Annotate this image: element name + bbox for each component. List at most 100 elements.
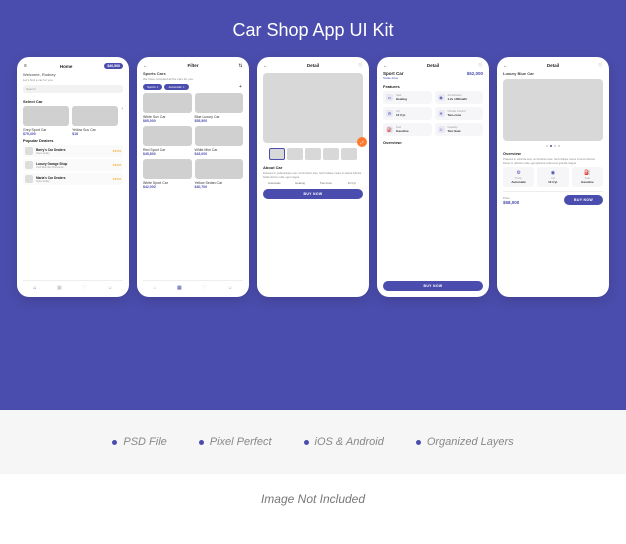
bullet-dot-icon <box>112 440 117 445</box>
car-price: $68,000 <box>503 200 519 205</box>
star-rating: ★★★★ <box>112 163 121 167</box>
tab-user-icon[interactable]: ☺ <box>228 285 233 291</box>
tab-bar: ⌂ ▦ ♡ ☺ <box>23 280 123 291</box>
buy-now-button[interactable]: BUY NOW <box>564 195 603 205</box>
bullet-dot-icon <box>416 440 421 445</box>
dealer-row[interactable]: Barry's Car DealersOpen today★★★★ <box>23 145 123 157</box>
fuel-icon: ⛽ <box>386 126 393 133</box>
car-price: $18 <box>72 132 118 136</box>
dealer-row[interactable]: Luxury Garage ShopClub Member Discounts★… <box>23 159 123 171</box>
trans-icon: ⚙ <box>505 170 532 176</box>
thumbnail[interactable] <box>305 148 321 160</box>
feature-card: ☺CapacityTwo Seat <box>435 123 484 136</box>
car-card[interactable]: Red Sport Car$45,800 <box>143 126 192 156</box>
dealer-name: Maria's Car Dealers <box>36 176 65 180</box>
sort-icon[interactable]: ⇅ <box>238 63 243 68</box>
bullet: Organized Layers <box>416 436 514 448</box>
buy-now-button[interactable]: BUY NOW <box>263 189 363 199</box>
balance-badge[interactable]: $40,500 <box>104 63 123 69</box>
test-drive-link[interactable]: Testle drive <box>383 76 404 80</box>
back-icon[interactable]: ← <box>383 63 388 68</box>
heart-icon[interactable]: ♡ <box>598 63 603 68</box>
tab-home-icon[interactable]: ⌂ <box>153 285 156 291</box>
bullet: Pixel Perfect <box>199 436 272 448</box>
feat-value: 1.2s 100km/hr <box>448 97 468 101</box>
menu-icon[interactable]: ≡ <box>23 64 28 69</box>
feat-value: Heating <box>396 97 407 101</box>
filter-chip[interactable]: Sports× <box>143 84 162 90</box>
dot[interactable] <box>558 145 560 147</box>
overview-heading: Overview <box>503 151 603 156</box>
seat-icon: ▭ <box>386 94 393 101</box>
car-card[interactable]: White Mini Car$43,000 <box>195 126 244 156</box>
car-card[interactable]: Yellow Suv Car $18 <box>72 106 118 136</box>
thumbnail[interactable] <box>269 148 285 160</box>
dealer-name: Barry's Car Dealers <box>36 148 65 152</box>
car-card[interactable]: Yellow Sedan Car$40,700 <box>195 159 244 189</box>
tab-home-icon[interactable]: ⌂ <box>33 285 36 291</box>
tab-user-icon[interactable]: ☺ <box>108 285 113 291</box>
feat-value: 12 Cyl. <box>539 180 566 184</box>
spec: Two-zone <box>315 181 338 185</box>
chip-remove-icon[interactable]: × <box>183 85 185 89</box>
dot[interactable] <box>554 145 556 147</box>
features-heading: Features <box>383 84 483 89</box>
car-price: $42,000 <box>143 185 192 189</box>
car-image-placeholder <box>195 93 244 113</box>
filter-chips: Sports× Automatic× + <box>143 84 243 90</box>
bullet: iOS & Android <box>304 436 384 448</box>
tagline: Let's find a car for you. <box>23 78 123 82</box>
heart-icon[interactable]: ♡ <box>478 63 483 68</box>
spec: Heating <box>289 181 312 185</box>
pager-dots <box>503 145 603 147</box>
feature-card: ▭SeatHeating <box>383 91 432 104</box>
car-card[interactable]: Grey Sport Car $75,400 <box>23 106 69 136</box>
search-input[interactable]: Search <box>23 85 123 93</box>
car-image-placeholder <box>195 126 244 146</box>
dealer-name: Luxury Garage Shop <box>36 162 67 166</box>
feat-value: 12 Cyl. <box>396 113 406 117</box>
feature-card: ⚙Trans.Automatic <box>503 167 534 187</box>
thumbnail[interactable] <box>341 148 357 160</box>
feature-card: ⛽FuelGasoline <box>383 123 432 136</box>
hero-title: Car Shop App UI Kit <box>16 20 610 41</box>
thumbnail[interactable] <box>323 148 339 160</box>
tab-grid-icon[interactable]: ▦ <box>177 285 182 291</box>
thumbnail[interactable] <box>287 148 303 160</box>
dot[interactable] <box>546 145 548 147</box>
back-icon[interactable]: ← <box>263 63 268 68</box>
speed-icon: ◉ <box>438 94 445 101</box>
dealer-row[interactable]: Maria's Car DealersOpen today★★★★ <box>23 173 123 185</box>
dot[interactable] <box>550 145 552 147</box>
car-price: $43,000 <box>195 152 244 156</box>
car-price: $65,000 <box>143 119 192 123</box>
tab-heart-icon[interactable]: ♡ <box>202 285 206 291</box>
select-car-heading: Select Car <box>23 99 123 104</box>
add-filter-icon[interactable]: + <box>238 84 243 89</box>
car-name: Luxury Blue Car <box>503 71 603 76</box>
hero: Car Shop App UI Kit ≡ Home $40,500 Welco… <box>0 0 626 410</box>
car-card[interactable]: White Suv Car$65,000 <box>143 93 192 123</box>
feature-card: ⛽FuelGasoline <box>572 167 603 187</box>
bullet-dot-icon <box>199 440 204 445</box>
car-card[interactable]: Blue Luxury Car$55,500 <box>195 93 244 123</box>
chip-remove-icon[interactable]: × <box>157 85 159 89</box>
star-rating: ★★★★ <box>112 177 121 181</box>
tab-grid-icon[interactable]: ▦ <box>57 285 62 291</box>
zoom-icon[interactable]: ⤢ <box>357 137 367 147</box>
bullet-dot-icon <box>304 440 309 445</box>
back-icon[interactable]: ← <box>503 63 508 68</box>
welcome-text: Welcome, Rodney <box>23 72 123 77</box>
heart-icon[interactable]: ♡ <box>358 63 363 68</box>
feat-value: Gasoline <box>396 129 409 133</box>
filter-chip[interactable]: Automatic× <box>164 84 188 90</box>
tab-heart-icon[interactable]: ♡ <box>82 285 86 291</box>
screen-detail-about: ← Detail ♡ ⤢ About Car Praesent in pelle… <box>257 57 369 297</box>
back-icon[interactable]: ← <box>143 63 148 68</box>
popular-dealers-heading: Popular Dealers <box>23 138 123 143</box>
more-icon[interactable]: › <box>121 106 123 136</box>
buy-now-button[interactable]: BUY NOW <box>383 281 483 291</box>
car-card[interactable]: White Sport Car$42,000 <box>143 159 192 189</box>
phone-mockups: ≡ Home $40,500 Welcome, Rodney Let's fin… <box>16 57 610 297</box>
feat-value: Two Seat <box>448 129 461 133</box>
